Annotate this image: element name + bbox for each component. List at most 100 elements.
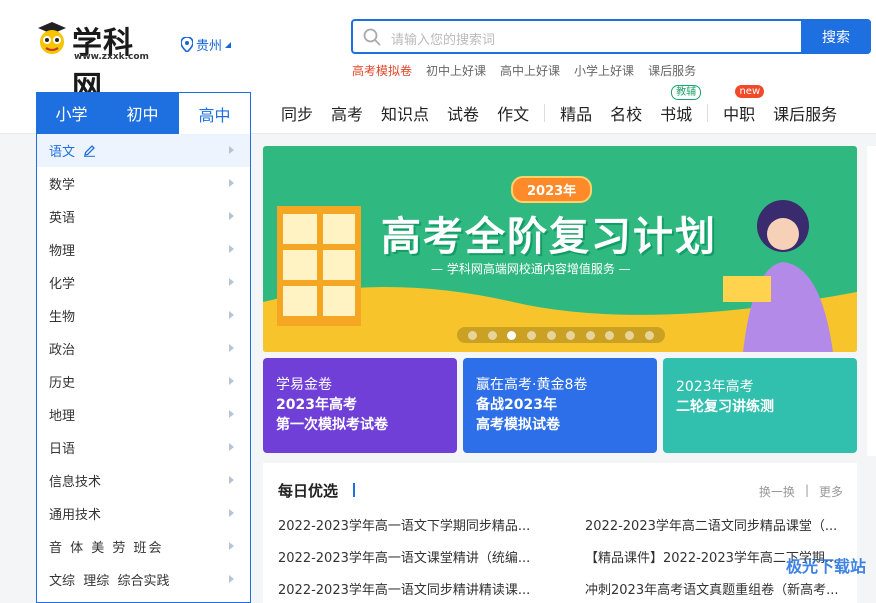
carousel-dot[interactable] xyxy=(546,330,556,340)
nav-divider xyxy=(544,104,546,122)
hot-link[interactable]: 高中上好课 xyxy=(500,62,560,79)
location-label: 贵州 xyxy=(196,39,223,54)
divider: | xyxy=(804,483,809,497)
location-selector[interactable]: 贵州 xyxy=(181,35,232,54)
chevron-right-icon xyxy=(229,443,234,451)
carousel-dot[interactable] xyxy=(585,330,595,340)
carousel-dot[interactable] xyxy=(566,330,576,340)
subject-item[interactable]: 生物 xyxy=(37,299,250,332)
hot-link[interactable]: 小学上好课 xyxy=(574,62,634,79)
subject-label: 文综 理综 综合实践 xyxy=(49,574,170,589)
nav-kehou[interactable]: 课后服务 xyxy=(764,101,846,125)
promo-card-jinjuan[interactable]: 学易金卷 2023年高考 第一次模拟考试卷 xyxy=(263,358,457,453)
subject-label: 历史 xyxy=(49,376,76,391)
title-accent xyxy=(353,483,355,497)
promo-cards: 学易金卷 2023年高考 第一次模拟考试卷 赢在高考·黄金8卷 备战2023年 … xyxy=(263,358,857,453)
nav-items: 同步 高考 知识点 试卷 作文 精品 名校 书城 教辅 中职 new 课后服务 xyxy=(272,85,846,134)
subject-label: 政治 xyxy=(49,343,76,358)
subject-item[interactable]: 英语 xyxy=(37,200,250,233)
subject-item[interactable]: 政治 xyxy=(37,332,250,365)
search-input[interactable]: 请输入您的搜索词 xyxy=(391,29,495,48)
banner-subtitle: — 学科网高端网校通内容增值服务 — xyxy=(431,262,631,276)
daily-tools: 换一换 | 更多 xyxy=(759,483,843,500)
list-item[interactable]: 2022-2023学年高一语文同步精讲精读课... xyxy=(278,579,585,599)
nav-jingpin[interactable]: 精品 xyxy=(551,101,601,125)
subject-item[interactable]: 数学 xyxy=(37,167,250,200)
tab-senior[interactable]: 高中 xyxy=(178,92,251,134)
chevron-right-icon xyxy=(229,575,234,583)
chevron-right-icon xyxy=(229,542,234,550)
books-illustration xyxy=(277,206,361,326)
list-item[interactable]: 冲刺2023年高考语文真题重组卷（新高考... xyxy=(585,579,848,599)
search-box: 请输入您的搜索词 搜索 xyxy=(351,19,871,54)
list-item[interactable]: 2022-2023学年高二语文同步精品课堂（... xyxy=(585,515,848,535)
carousel-dot[interactable] xyxy=(468,330,478,340)
chevron-right-icon xyxy=(229,245,234,253)
subject-item[interactable]: 物理 xyxy=(37,233,250,266)
hot-links: 高考模拟卷 初中上好课 高中上好课 小学上好课 课后服务 xyxy=(352,62,696,79)
nav-shucheng[interactable]: 书城 教辅 xyxy=(651,85,702,125)
right-panel-edge xyxy=(867,146,876,456)
list-item[interactable]: 2022-2023学年高一语文课堂精讲（统编... xyxy=(278,547,585,567)
carousel-dot[interactable] xyxy=(527,330,537,340)
card-line: 2023年高考 xyxy=(276,397,357,413)
carousel-dot-active[interactable] xyxy=(507,330,517,340)
new-badge: new xyxy=(735,85,765,98)
nav-shucheng-label: 书城 xyxy=(660,105,693,124)
chevron-right-icon xyxy=(229,311,234,319)
subject-item[interactable]: 通用技术 xyxy=(37,497,250,530)
carousel-dot[interactable] xyxy=(644,330,654,340)
subject-label: 生物 xyxy=(49,310,76,325)
grade-tabs: 小学 初中 高中 xyxy=(36,92,251,134)
card-line: 赢在高考·黄金8卷 xyxy=(476,377,588,393)
jiaofu-badge: 教辅 xyxy=(671,85,702,100)
subject-label: 数学 xyxy=(49,178,76,193)
hot-link[interactable]: 初中上好课 xyxy=(426,62,486,79)
nav-mingxiao[interactable]: 名校 xyxy=(601,101,651,125)
hero-banner[interactable]: 2023年 高考全阶复习计划 — 学科网高端网校通内容增值服务 — xyxy=(263,146,857,352)
subject-item[interactable]: 历史 xyxy=(37,365,250,398)
subject-label: 通用技术 xyxy=(49,508,102,523)
search-icon xyxy=(363,28,381,46)
subject-item[interactable]: 语文 xyxy=(37,134,250,167)
location-pin-icon xyxy=(181,37,193,52)
subject-item[interactable]: 化学 xyxy=(37,266,250,299)
subject-label: 地理 xyxy=(49,409,76,424)
card-line: 2023年高考 xyxy=(676,379,754,395)
search-button[interactable]: 搜索 xyxy=(801,19,871,54)
tab-primary[interactable]: 小学 xyxy=(36,92,107,134)
nav-zuowen[interactable]: 作文 xyxy=(488,101,538,125)
nav-zhongzhi[interactable]: 中职 new xyxy=(714,85,765,125)
hot-link[interactable]: 课后服务 xyxy=(648,62,696,79)
carousel-dot[interactable] xyxy=(487,330,497,340)
subject-item[interactable]: 日语 xyxy=(37,431,250,464)
subject-item[interactable]: 音 体 美 劳 班会 xyxy=(37,530,250,563)
subject-item[interactable]: 文综 理综 综合实践 xyxy=(37,563,250,596)
card-line: 学易金卷 xyxy=(276,377,332,393)
more-link[interactable]: 更多 xyxy=(819,483,843,500)
site-logo[interactable]: 学科网 www.zxxk.com xyxy=(34,18,164,105)
promo-card-erlun[interactable]: 2023年高考 二轮复习讲练测 xyxy=(663,358,857,453)
subject-item[interactable]: 地理 xyxy=(37,398,250,431)
card-line: 第一次模拟考试卷 xyxy=(276,417,388,433)
list-item[interactable]: 2022-2023学年高一语文下学期同步精品... xyxy=(278,515,585,535)
subject-sidebar: 语文 数学 英语 物理 化学 生物 政治 历史 地理 日语 信息技术 通用技术 … xyxy=(36,134,251,603)
chevron-right-icon xyxy=(229,509,234,517)
nav-zhishidian[interactable]: 知识点 xyxy=(372,101,438,125)
nav-gaokao[interactable]: 高考 xyxy=(322,101,372,125)
nav-shijuan[interactable]: 试卷 xyxy=(438,101,488,125)
hot-link[interactable]: 高考模拟卷 xyxy=(352,62,412,79)
subject-label: 语文 xyxy=(49,145,76,160)
card-line: 二轮复习讲练测 xyxy=(676,399,774,415)
carousel-dot[interactable] xyxy=(625,330,635,340)
nav-divider xyxy=(707,104,709,122)
subject-item[interactable]: 信息技术 xyxy=(37,464,250,497)
chevron-right-icon xyxy=(229,410,234,418)
chevron-right-icon xyxy=(229,212,234,220)
promo-card-huangjin[interactable]: 赢在高考·黄金8卷 备战2023年 高考模拟试卷 xyxy=(463,358,657,453)
carousel-dot[interactable] xyxy=(605,330,615,340)
tab-junior[interactable]: 初中 xyxy=(107,92,178,134)
nav-tongbu[interactable]: 同步 xyxy=(272,101,322,125)
refresh-link[interactable]: 换一换 xyxy=(759,483,795,500)
chevron-right-icon xyxy=(229,146,234,154)
